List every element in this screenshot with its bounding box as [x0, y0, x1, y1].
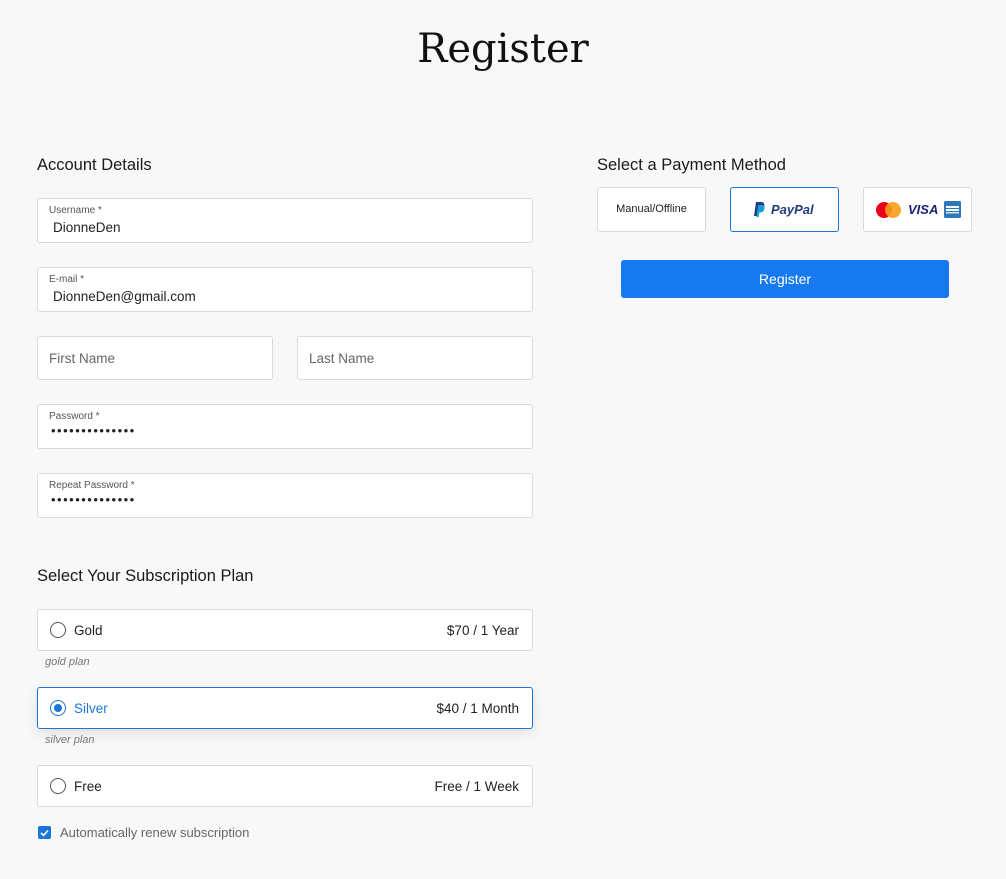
checkmark-icon: [40, 829, 49, 837]
plan-description: gold plan: [45, 656, 90, 668]
visa-label: VISA: [908, 202, 939, 217]
register-button[interactable]: Register: [621, 260, 949, 298]
payment-manual-label: Manual/Offline: [616, 203, 687, 215]
email-field[interactable]: E-mail * DionneDen@gmail.com: [37, 267, 533, 312]
plan-free-radio[interactable]: [50, 778, 66, 794]
plan-name: Silver: [74, 701, 108, 716]
account-details-heading: Account Details: [37, 156, 152, 174]
payment-heading: Select a Payment Method: [597, 156, 786, 174]
plan-silver-radio[interactable]: [50, 700, 66, 716]
paypal-icon: [754, 202, 765, 217]
first-name-field[interactable]: First Name: [37, 336, 273, 380]
paypal-label: PayPal: [771, 202, 814, 217]
repeat-password-field[interactable]: Repeat Password * ••••••••••••••: [37, 473, 533, 518]
plan-gold[interactable]: Gold $70 / 1 Year: [37, 609, 533, 651]
plan-price: $40 / 1 Month: [436, 701, 519, 716]
repeat-password-value: ••••••••••••••: [51, 492, 136, 507]
mastercard-icon: [876, 202, 901, 218]
plan-price: Free / 1 Week: [434, 779, 519, 794]
last-name-placeholder: Last Name: [309, 351, 375, 366]
username-field[interactable]: Username * DionneDen: [37, 198, 533, 243]
payment-manual-offline[interactable]: Manual/Offline: [597, 187, 706, 232]
auto-renew-checkbox[interactable]: [38, 826, 51, 839]
password-value: ••••••••••••••: [51, 423, 136, 438]
page-title: Register: [417, 26, 589, 72]
subscription-heading: Select Your Subscription Plan: [37, 567, 254, 585]
plan-free[interactable]: Free Free / 1 Week: [37, 765, 533, 807]
first-name-placeholder: First Name: [49, 351, 116, 366]
amex-icon: [944, 201, 961, 218]
plan-silver[interactable]: Silver $40 / 1 Month: [37, 687, 533, 729]
payment-paypal[interactable]: PayPal: [730, 187, 839, 232]
password-label: Password *: [49, 411, 100, 422]
plan-name: Gold: [74, 623, 103, 638]
last-name-field[interactable]: Last Name: [297, 336, 533, 380]
email-value: DionneDen@gmail.com: [53, 289, 196, 304]
payment-cards[interactable]: VISA: [863, 187, 972, 232]
email-label: E-mail *: [49, 274, 85, 285]
plan-gold-radio[interactable]: [50, 622, 66, 638]
plan-description: silver plan: [45, 734, 95, 746]
password-field[interactable]: Password * ••••••••••••••: [37, 404, 533, 449]
plan-price: $70 / 1 Year: [446, 623, 519, 638]
auto-renew-label: Automatically renew subscription: [60, 825, 250, 840]
username-label: Username *: [49, 205, 102, 216]
plan-name: Free: [74, 779, 102, 794]
username-value: DionneDen: [53, 220, 121, 235]
repeat-password-label: Repeat Password *: [49, 480, 135, 491]
